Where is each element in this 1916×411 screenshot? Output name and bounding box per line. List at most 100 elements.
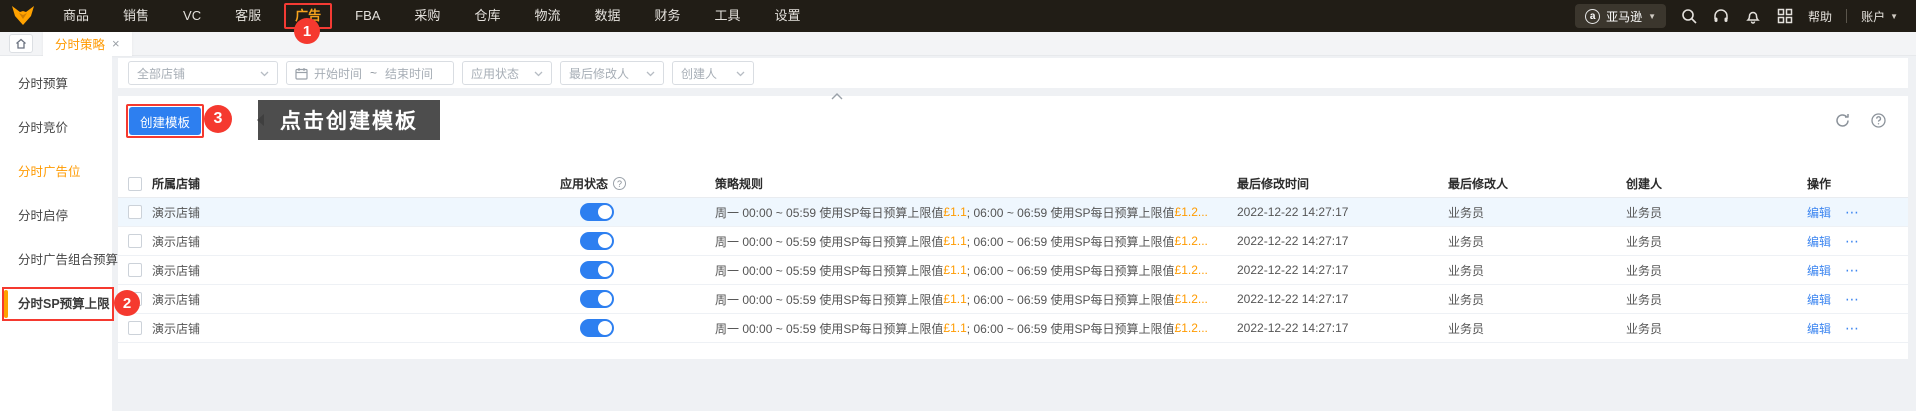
table-row: 演示店铺 周一 00:00 ~ 05:59 使用SP每日预算上限值 £1.1; 0… [118, 285, 1908, 314]
header-actions: 操作 [1807, 177, 1832, 191]
header-creator: 创建人 [1626, 177, 1663, 191]
shop-name: 演示店铺 [152, 321, 201, 336]
help-circle-icon[interactable] [1870, 112, 1886, 128]
rule-text: 周一 00:00 ~ 05:59 使用SP每日预算上限值 [715, 205, 944, 220]
row-checkbox-cell [128, 256, 142, 284]
strategy-rule: 周一 00:00 ~ 05:59 使用SP每日预算上限值 £1.1; 06:00… [715, 227, 1223, 255]
sidebar-item-分时启停[interactable]: 分时启停 [0, 194, 112, 238]
rule-budget-value: £1.1 [943, 292, 967, 306]
more-actions-icon[interactable]: ⋯ [1845, 320, 1860, 337]
select-all-checkbox[interactable] [128, 176, 142, 191]
modifier-select[interactable]: 最后修改人 [560, 61, 664, 85]
nav-item-采购[interactable]: 采购 [397, 0, 457, 32]
account-menu[interactable]: 账户 ▼ [1861, 8, 1898, 25]
actions-cell: 编辑 ⋯ [1807, 198, 1860, 226]
rule-text: 周一 00:00 ~ 05:59 使用SP每日预算上限值 [715, 321, 944, 336]
date-end-placeholder: 结束时间 [385, 66, 434, 81]
rule-budget-value: £1.2... [1174, 205, 1208, 219]
headset-icon[interactable] [1712, 7, 1730, 25]
rule-text: 周一 00:00 ~ 05:59 使用SP每日预算上限值 [715, 234, 944, 249]
creator-select[interactable]: 创建人 [672, 61, 754, 85]
nav-item-设置[interactable]: 设置 [758, 0, 818, 32]
chevron-down-icon: ▼ [1648, 11, 1657, 21]
edit-link[interactable]: 编辑 [1807, 233, 1831, 250]
header-rule: 策略规则 [715, 177, 764, 191]
header-modifier: 最后修改人 [1448, 177, 1509, 191]
edit-link[interactable]: 编辑 [1807, 291, 1831, 308]
edit-link[interactable]: 编辑 [1807, 204, 1831, 221]
status-toggle-on[interactable] [580, 261, 614, 279]
step-badge-1: 1 [294, 18, 320, 44]
more-actions-icon[interactable]: ⋯ [1845, 233, 1860, 250]
help-link[interactable]: 帮助 [1808, 8, 1832, 25]
modifier-name: 业务员 [1448, 292, 1485, 307]
search-icon[interactable] [1680, 7, 1698, 25]
edit-link[interactable]: 编辑 [1807, 262, 1831, 279]
chevron-down-icon [736, 66, 745, 80]
more-actions-icon[interactable]: ⋯ [1845, 262, 1860, 279]
header-status-label: 应用状态 [560, 177, 609, 191]
row-checkbox[interactable] [128, 205, 142, 219]
row-checkbox[interactable] [128, 234, 142, 248]
status-toggle-on[interactable] [580, 203, 614, 221]
rule-text: ; 06:00 ~ 06:59 使用SP每日预算上限值 [966, 234, 1175, 249]
strategy-rule: 周一 00:00 ~ 05:59 使用SP每日预算上限值 £1.1; 06:00… [715, 256, 1223, 284]
marketplace-label: 亚马逊 [1606, 9, 1643, 24]
nav-item-数据[interactable]: 数据 [577, 0, 637, 32]
more-actions-icon[interactable]: ⋯ [1845, 291, 1860, 308]
collapse-filter-caret[interactable] [831, 87, 843, 105]
shop-select[interactable]: 全部店铺 [128, 61, 278, 85]
status-toggle-cell [580, 198, 614, 226]
date-range-picker[interactable]: 开始时间 ~ 结束时间 [286, 61, 454, 85]
bell-icon[interactable] [1744, 7, 1762, 25]
active-indicator-bar [4, 290, 8, 318]
row-checkbox[interactable] [128, 263, 142, 277]
modified-time: 2022-12-22 14:27:17 [1237, 205, 1349, 219]
nav-item-销售[interactable]: 销售 [106, 0, 166, 32]
status-select[interactable]: 应用状态 [462, 61, 552, 85]
home-tab-button[interactable] [9, 34, 33, 53]
nav-item-客服[interactable]: 客服 [218, 0, 278, 32]
app-logo-fox-icon[interactable] [0, 5, 46, 27]
nav-item-FBA[interactable]: FBA [338, 0, 397, 32]
refresh-icon[interactable] [1834, 112, 1850, 128]
status-toggle-on[interactable] [580, 319, 614, 337]
tab-bar: 分时策略 × [0, 31, 1916, 56]
nav-item-商品[interactable]: 商品 [46, 0, 106, 32]
table-row: 演示店铺 周一 00:00 ~ 05:59 使用SP每日预算上限值 £1.1; 0… [118, 227, 1908, 256]
edit-link[interactable]: 编辑 [1807, 320, 1831, 337]
nav-item-物流[interactable]: 物流 [517, 0, 577, 32]
question-circle-icon[interactable]: ? [613, 177, 627, 190]
modified-time: 2022-12-22 14:27:17 [1237, 292, 1349, 306]
shop-select-placeholder: 全部店铺 [137, 66, 186, 81]
modifier-name: 业务员 [1448, 234, 1485, 249]
close-icon[interactable]: × [112, 36, 120, 51]
nav-item-工具[interactable]: 工具 [698, 0, 758, 32]
row-checkbox-cell [128, 198, 142, 226]
app-grid-icon[interactable] [1776, 7, 1794, 25]
more-actions-icon[interactable]: ⋯ [1845, 204, 1860, 221]
modifier-name: 业务员 [1448, 263, 1485, 278]
nav-item-仓库[interactable]: 仓库 [457, 0, 517, 32]
sidebar-item-分时竞价[interactable]: 分时竞价 [0, 106, 112, 150]
status-toggle-on[interactable] [580, 290, 614, 308]
sidebar-item-分时广告组合预算[interactable]: 分时广告组合预算 [0, 238, 118, 282]
sidebar-item-分时广告位[interactable]: 分时广告位 [0, 150, 112, 194]
nav-item-VC[interactable]: VC [166, 0, 218, 32]
marketplace-selector[interactable]: a 亚马逊 ▼ [1575, 4, 1667, 28]
navbar-right: a 亚马逊 ▼ 帮助 账户 ▼ [1575, 4, 1916, 28]
screen: 商品 销售 VC 客服 广告 FBA 采购 仓库 物流 数据 财务 工具 设置 a 亚马逊 ▼ 帮助 [0, 0, 1916, 411]
sidebar-item-分时预算[interactable]: 分时预算 [0, 62, 112, 106]
sidebar-item-分时SP预算上限[interactable]: 分时SP预算上限 [0, 282, 114, 326]
rule-budget-value: £1.2... [1174, 292, 1208, 306]
chevron-down-icon [260, 66, 269, 80]
tab-fenshicelue[interactable]: 分时策略 × [43, 31, 132, 56]
strategy-rule: 周一 00:00 ~ 05:59 使用SP每日预算上限值 £1.1; 06:00… [715, 314, 1223, 342]
modified-time: 2022-12-22 14:27:17 [1237, 321, 1349, 335]
actions-cell: 编辑 ⋯ [1807, 227, 1860, 255]
create-template-button[interactable]: 创建模板 [129, 107, 201, 135]
status-toggle-on[interactable] [580, 232, 614, 250]
row-checkbox[interactable] [128, 321, 142, 335]
strategy-rule: 周一 00:00 ~ 05:59 使用SP每日预算上限值 £1.1; 06:00… [715, 198, 1223, 226]
nav-item-财务[interactable]: 财务 [637, 0, 697, 32]
